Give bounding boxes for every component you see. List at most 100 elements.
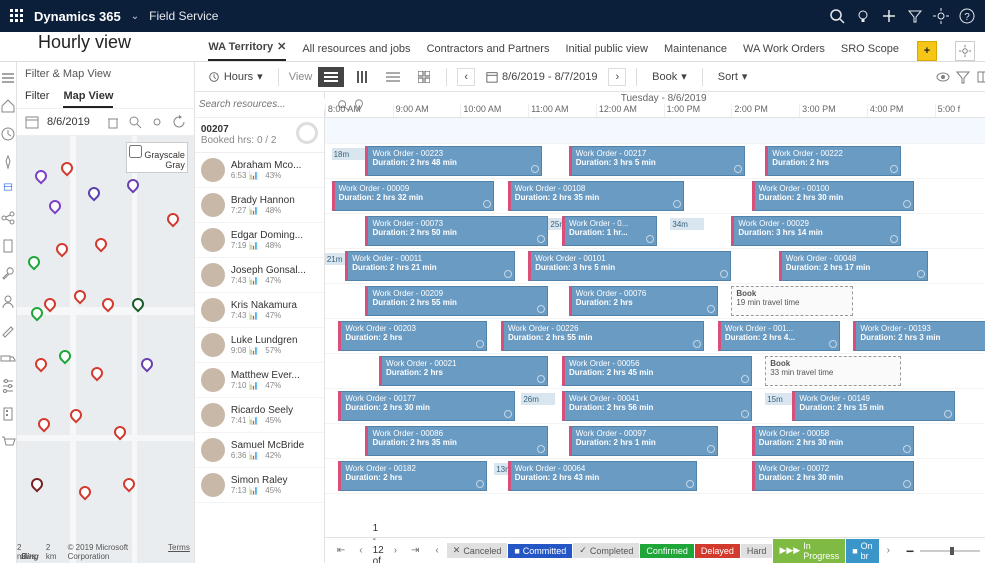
wrench-icon[interactable] bbox=[0, 266, 16, 282]
grayscale-checkbox[interactable] bbox=[129, 145, 142, 158]
pager-next-button[interactable]: › bbox=[390, 545, 401, 556]
pager-prev-button[interactable]: ‹ bbox=[355, 545, 366, 556]
resource-row[interactable]: Brady Hannon 7:27 📊 48% bbox=[195, 188, 324, 223]
legend-next-button[interactable]: › bbox=[883, 545, 894, 556]
close-tab-icon[interactable]: ✕ bbox=[277, 41, 286, 53]
work-order-block[interactable]: Work Order - 00011Duration: 2 hrs 21 min bbox=[345, 251, 514, 281]
work-order-block[interactable]: Work Order - 00149Duration: 2 hrs 15 min bbox=[792, 391, 955, 421]
map-canvas[interactable]: Grayscale Gray Bing 2 miles 2 km © 2019 … bbox=[17, 136, 194, 563]
status-legend-chip[interactable]: Hard bbox=[741, 544, 773, 558]
clipboard-icon[interactable] bbox=[0, 238, 16, 254]
help-icon[interactable]: ? bbox=[959, 8, 975, 24]
schedule-board-icon[interactable] bbox=[0, 182, 13, 198]
map-style-legend[interactable]: Grayscale Gray bbox=[126, 142, 188, 173]
resource-row[interactable]: Simon Raley 7:13 📊 45% bbox=[195, 468, 324, 503]
zoom-slider[interactable] bbox=[920, 546, 980, 556]
work-order-block[interactable]: Work Order - 00086Duration: 2 hrs 35 min bbox=[365, 426, 548, 456]
work-order-block[interactable]: Work Order - 00226Duration: 2 hrs 55 min bbox=[501, 321, 704, 351]
horizontal-view-button[interactable] bbox=[318, 67, 344, 87]
list-view-button[interactable] bbox=[380, 67, 406, 87]
search-icon[interactable] bbox=[128, 115, 142, 129]
gantt-row[interactable]: Work Order - 00086Duration: 2 hrs 35 min… bbox=[325, 424, 985, 459]
lightbulb-icon[interactable] bbox=[855, 8, 871, 24]
gantt-row[interactable]: 13mWork Order - 00182Duration: 2 hrsWork… bbox=[325, 459, 985, 494]
status-legend-chip[interactable]: Delayed bbox=[695, 544, 740, 558]
gantt-row[interactable]: 26m15mWork Order - 00177Duration: 2 hrs … bbox=[325, 389, 985, 424]
pager-first-button[interactable]: ⇤ bbox=[333, 545, 349, 556]
work-order-block[interactable]: Work Order - 00097Duration: 2 hrs 1 min bbox=[569, 426, 718, 456]
search-input[interactable] bbox=[199, 99, 333, 110]
work-order-block[interactable]: Work Order - 00072Duration: 2 hrs 30 min bbox=[752, 461, 915, 491]
view-tab[interactable]: Maintenance bbox=[664, 43, 727, 61]
status-legend-chip[interactable]: Confirmed bbox=[640, 544, 694, 558]
gear-icon[interactable] bbox=[933, 8, 949, 24]
gantt-row[interactable]: Work Order - 00009Duration: 2 hrs 32 min… bbox=[325, 179, 985, 214]
view-tab[interactable]: SRO Scope bbox=[841, 43, 899, 61]
work-order-block[interactable]: Work Order - 00058Duration: 2 hrs 30 min bbox=[752, 426, 915, 456]
work-order-block[interactable]: Work Order - 00073Duration: 2 hrs 50 min bbox=[365, 216, 548, 246]
filter-icon[interactable] bbox=[956, 70, 970, 84]
view-tab[interactable]: Initial public view bbox=[565, 43, 648, 61]
work-order-block[interactable]: Work Order - 00177Duration: 2 hrs 30 min bbox=[338, 391, 514, 421]
work-order-block[interactable]: Work Order - 00223Duration: 2 hrs 48 min bbox=[365, 146, 541, 176]
truck-icon[interactable] bbox=[0, 350, 16, 366]
clock-icon[interactable] bbox=[0, 126, 16, 142]
gear-icon[interactable] bbox=[150, 115, 164, 129]
work-order-block[interactable]: Work Order - 00100Duration: 2 hrs 30 min bbox=[752, 181, 915, 211]
date-range-picker[interactable]: 8/6/2019 - 8/7/2019 bbox=[481, 68, 602, 86]
work-order-block[interactable]: Work Order - 00041Duration: 2 hrs 56 min bbox=[562, 391, 752, 421]
gantt-row[interactable] bbox=[325, 118, 985, 144]
work-order-block[interactable]: Work Order - 00209Duration: 2 hrs 55 min bbox=[365, 286, 548, 316]
add-tab-button[interactable]: + bbox=[917, 41, 937, 61]
status-legend-chip[interactable]: ✕Canceled bbox=[447, 543, 508, 558]
cart-icon[interactable] bbox=[0, 434, 16, 450]
view-tab[interactable]: WA Territory✕ bbox=[208, 40, 286, 61]
resource-row[interactable]: Joseph Gonsal... 7:43 📊 47% bbox=[195, 258, 324, 293]
legend-prev-button[interactable]: ‹ bbox=[431, 545, 442, 556]
work-order-block[interactable]: Work Order - 00064Duration: 2 hrs 43 min bbox=[508, 461, 698, 491]
refresh-icon[interactable] bbox=[172, 115, 186, 129]
work-order-block[interactable]: Work Order - 00203Duration: 2 hrs bbox=[338, 321, 487, 351]
filter-tab[interactable]: Filter bbox=[25, 86, 49, 108]
person-icon[interactable] bbox=[0, 294, 16, 310]
resource-row[interactable]: Samuel McBride 6:36 📊 42% bbox=[195, 433, 324, 468]
gantt-row[interactable]: Work Order - 00203Duration: 2 hrs Work Or… bbox=[325, 319, 985, 354]
work-order-block[interactable]: Work Order - 00076Duration: 2 hrs bbox=[569, 286, 718, 316]
filter-icon[interactable] bbox=[907, 8, 923, 24]
sliders-icon[interactable] bbox=[0, 378, 16, 394]
booking-suggestion[interactable]: Book19 min travel time bbox=[731, 286, 853, 316]
gantt-row[interactable]: Work Order - 00209Duration: 2 hrs 55 min… bbox=[325, 284, 985, 319]
work-order-block[interactable]: Work Order - 00048Duration: 2 hrs 17 min bbox=[779, 251, 928, 281]
plus-icon[interactable] bbox=[881, 8, 897, 24]
map-view-tab[interactable]: Map View bbox=[63, 86, 113, 108]
gantt-row[interactable]: 25m34mWork Order - 00073Duration: 2 hrs … bbox=[325, 214, 985, 249]
resource-row[interactable]: Matthew Ever... 7:10 📊 47% bbox=[195, 363, 324, 398]
menu-icon[interactable] bbox=[0, 70, 16, 86]
view-tab[interactable]: WA Work Orders bbox=[743, 43, 825, 61]
columns-icon[interactable] bbox=[976, 70, 985, 84]
zoom-out-button[interactable]: − bbox=[906, 543, 914, 559]
eye-icon[interactable] bbox=[936, 70, 950, 84]
vertical-view-button[interactable] bbox=[350, 67, 374, 87]
view-tab[interactable]: Contractors and Partners bbox=[427, 43, 550, 61]
product-name[interactable]: Dynamics 365 bbox=[34, 9, 121, 24]
work-order-block[interactable]: Work Order - 00108Duration: 2 hrs 35 min bbox=[508, 181, 684, 211]
work-order-block[interactable]: Work Order - 00222Duration: 2 hrs bbox=[765, 146, 901, 176]
view-tab[interactable]: All resources and jobs bbox=[302, 43, 410, 61]
work-order-block[interactable]: Work Order - 00182Duration: 2 hrs bbox=[338, 461, 487, 491]
chevron-down-icon[interactable]: ⌄ bbox=[131, 11, 139, 22]
status-legend-chip[interactable]: ▶▶▶In Progress bbox=[773, 539, 845, 563]
gantt-row[interactable]: 18mWork Order - 00223Duration: 2 hrs 48 … bbox=[325, 144, 985, 179]
building-icon[interactable] bbox=[0, 406, 16, 422]
date-next-button[interactable]: › bbox=[608, 68, 626, 86]
pin-icon[interactable] bbox=[0, 154, 16, 170]
gantt-row[interactable]: Work Order - 00021Duration: 2 hrsWork Or… bbox=[325, 354, 985, 389]
gantt-row[interactable]: 21mWork Order - 00011Duration: 2 hrs 21 … bbox=[325, 249, 985, 284]
work-order-block[interactable]: Work Order - 00217Duration: 3 hrs 5 min bbox=[569, 146, 745, 176]
app-launcher-icon[interactable] bbox=[10, 9, 24, 23]
app-name[interactable]: Field Service bbox=[149, 9, 218, 23]
pager-last-button[interactable]: ⇥ bbox=[407, 545, 423, 556]
map-terms-link[interactable]: Terms bbox=[168, 543, 190, 561]
resource-row[interactable]: Abraham Mco... 6:53 📊 43% bbox=[195, 153, 324, 188]
sort-dropdown[interactable]: Sort ▾ bbox=[713, 67, 753, 86]
